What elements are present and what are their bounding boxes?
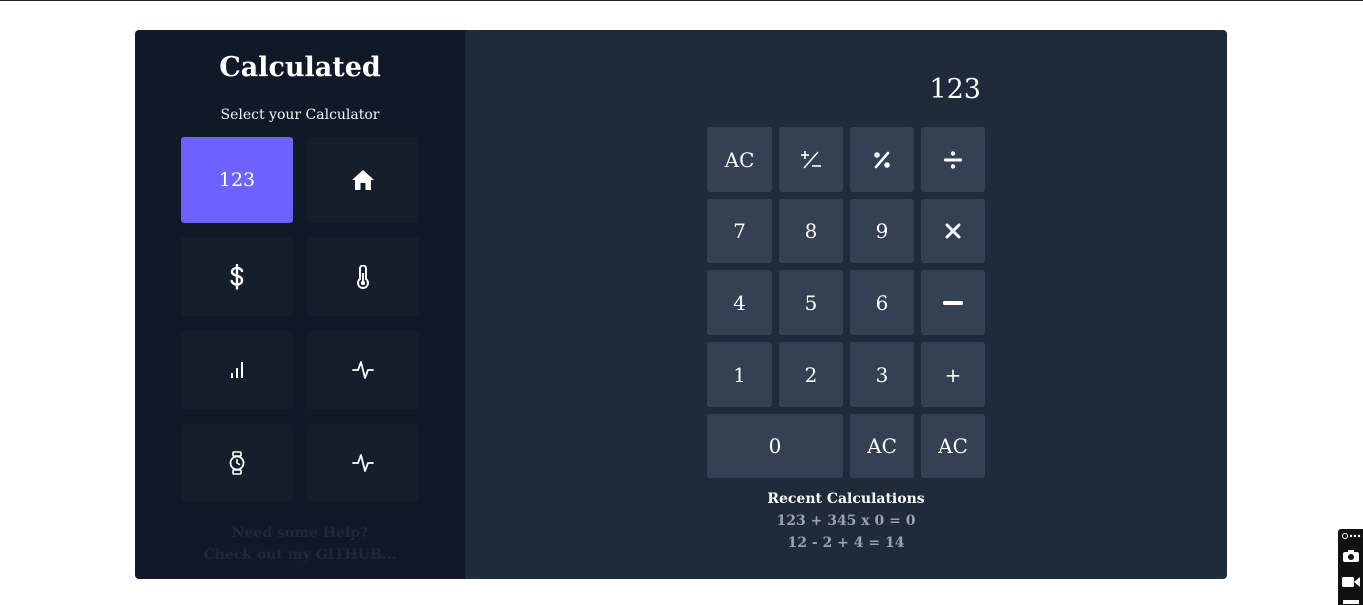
help-line: Need some Help?: [231, 525, 369, 541]
tile-currency[interactable]: [181, 237, 293, 316]
key-ac-tertiary[interactable]: AC: [921, 414, 985, 478]
dock-extra-icon[interactable]: [1338, 599, 1363, 605]
recent-calculations-title: Recent Calculations: [767, 491, 925, 507]
tile-activity[interactable]: [307, 424, 419, 502]
help-text[interactable]: Need some Help? Check out my GITHUB...: [135, 522, 465, 566]
tile-health[interactable]: [307, 331, 419, 409]
key-ac-secondary[interactable]: AC: [850, 414, 914, 478]
minus-icon: [943, 300, 963, 305]
screen-recorder-dock: [1338, 529, 1363, 605]
pulse-icon: [352, 454, 374, 472]
key-2[interactable]: 2: [779, 342, 843, 407]
key-plus-minus[interactable]: [779, 127, 843, 192]
calculator-selector-sidebar: Calculated Select your Calculator 123 Ne…: [135, 30, 465, 579]
video-camera-icon[interactable]: [1338, 575, 1363, 589]
calculator-display: 123: [929, 74, 981, 105]
top-border: [0, 0, 1363, 1]
plus-minus-icon: [801, 150, 821, 168]
tile-basic-calculator[interactable]: 123: [181, 137, 293, 223]
divide-icon: [944, 150, 962, 169]
camera-icon[interactable]: [1338, 549, 1363, 563]
key-ac[interactable]: AC: [707, 127, 772, 192]
tile-basic-label: 123: [218, 169, 256, 191]
app-title: Calculated: [219, 52, 381, 83]
tile-time[interactable]: [181, 424, 293, 502]
recent-calculation-item: 123 + 345 x 0 = 0: [776, 513, 916, 529]
key-plus[interactable]: +: [921, 342, 985, 407]
key-multiply[interactable]: [921, 199, 985, 263]
key-6[interactable]: 6: [850, 270, 914, 335]
tile-temperature[interactable]: [307, 237, 419, 316]
bar-signal-icon: [231, 362, 243, 378]
percent-icon: [874, 151, 890, 168]
key-5[interactable]: 5: [779, 270, 843, 335]
pulse-icon: [352, 361, 374, 379]
multiply-icon: [945, 223, 961, 239]
key-percent[interactable]: [850, 127, 914, 192]
tile-home[interactable]: [307, 137, 419, 223]
key-minus[interactable]: [921, 270, 985, 335]
github-link[interactable]: Check out my GITHUB...: [135, 544, 465, 566]
calculator-panel: 123 AC 7 8 9 4 5 6 1 2 3 + 0 AC AC Recen…: [465, 30, 1227, 579]
dock-more-icon[interactable]: [1338, 532, 1363, 540]
sidebar-subtitle: Select your Calculator: [220, 107, 380, 123]
home-icon: [352, 170, 374, 190]
key-1[interactable]: 1: [707, 342, 772, 407]
key-divide[interactable]: [921, 127, 985, 192]
watch-icon: [229, 451, 245, 475]
key-3[interactable]: 3: [850, 342, 914, 407]
recent-calculation-item: 12 - 2 + 4 = 14: [787, 535, 905, 551]
key-4[interactable]: 4: [707, 270, 772, 335]
key-9[interactable]: 9: [850, 199, 914, 263]
key-8[interactable]: 8: [779, 199, 843, 263]
dollar-icon: [230, 263, 244, 290]
key-0[interactable]: 0: [707, 414, 843, 478]
key-7[interactable]: 7: [707, 199, 772, 263]
thermometer-icon: [357, 264, 369, 289]
tile-statistics[interactable]: [181, 331, 293, 409]
